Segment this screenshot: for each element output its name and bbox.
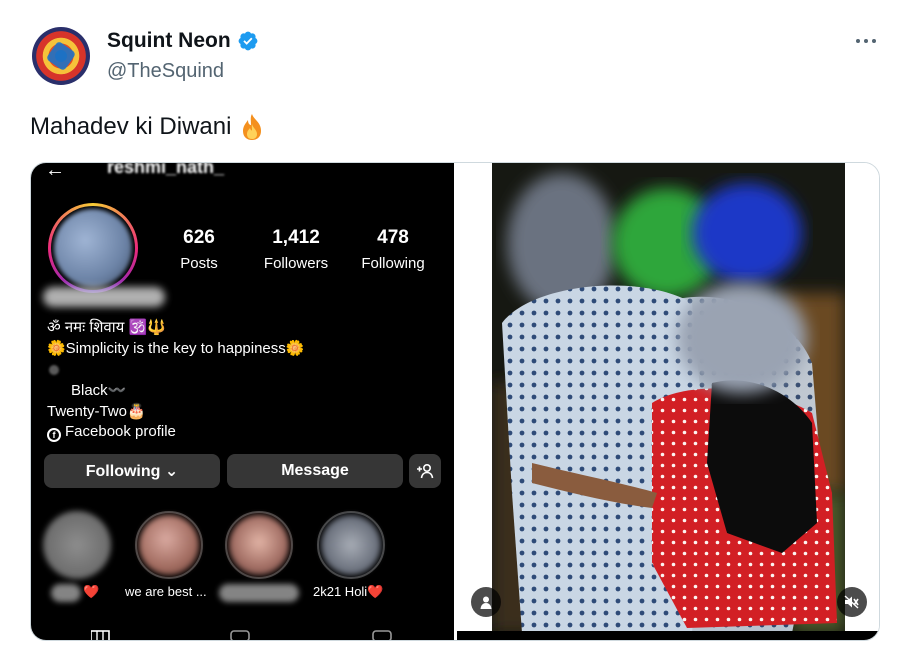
- stat-following-value: 478: [377, 227, 409, 248]
- stat-followers: 1,412 Followers: [259, 227, 333, 272]
- instagram-username: reshmi_nath_: [107, 163, 225, 177]
- message-button[interactable]: Message: [227, 454, 403, 488]
- bio-line-4: Twenty-Two🎂: [47, 403, 146, 420]
- highlight-2-label: we are best ...: [125, 584, 207, 599]
- highlight-3-blurred-label: [219, 584, 299, 602]
- author-avatar[interactable]: [32, 27, 90, 85]
- stat-following-label: Following: [361, 255, 425, 272]
- blurred-profile-name: [43, 287, 165, 307]
- mute-icon[interactable]: [837, 587, 867, 617]
- highlight-4-label: 2k21 Holi❤️: [313, 584, 384, 599]
- stat-posts-label: Posts: [180, 255, 218, 272]
- following-button[interactable]: Following ⌄: [44, 454, 220, 488]
- paw-emoji-icon: [49, 365, 59, 375]
- fire-emoji-icon: [243, 114, 262, 140]
- tweet-media-grid[interactable]: ← reshmi_nath_ 626 Posts 1,412 Followers…: [30, 162, 880, 641]
- avatar-logo-shape: [45, 40, 77, 72]
- story-highlight-1[interactable]: [43, 511, 111, 579]
- highlight-1-label: ❤️: [83, 584, 100, 599]
- story-highlight-4[interactable]: [317, 511, 385, 579]
- photo-bottom-bar: [457, 631, 879, 640]
- add-person-icon[interactable]: [409, 454, 441, 488]
- more-options-icon[interactable]: [852, 34, 880, 48]
- tagged-user-icon[interactable]: [471, 587, 501, 617]
- instagram-screenshot[interactable]: ← reshmi_nath_ 626 Posts 1,412 Followers…: [31, 163, 454, 640]
- bio-line-3: Black〰️: [71, 382, 127, 399]
- facebook-profile-link[interactable]: f Facebook profile: [47, 423, 176, 442]
- back-arrow-icon: ←: [45, 163, 65, 181]
- couple-photo[interactable]: [457, 163, 879, 640]
- story-highlight-3[interactable]: [225, 511, 293, 579]
- author-handle[interactable]: @TheSquind: [107, 60, 224, 83]
- instagram-tab-icons: [91, 630, 392, 640]
- couple-photo-image: [492, 163, 845, 633]
- author-name-row: Squint Neon: [107, 29, 259, 53]
- highlight-1-blurred-text: [51, 584, 81, 602]
- story-highlight-2[interactable]: [135, 511, 203, 579]
- tweet-text: Mahadev ki Diwani: [30, 113, 232, 140]
- stat-posts: 626 Posts: [179, 227, 219, 272]
- verified-badge-icon: [238, 31, 258, 51]
- bio-line-1: ॐ नमः शिवाय 🕉️🔱: [47, 319, 166, 336]
- bio-line-2: 🌼Simplicity is the key to happiness🌼: [47, 340, 305, 357]
- stat-followers-label: Followers: [263, 255, 329, 272]
- stat-followers-value: 1,412: [272, 227, 320, 248]
- facebook-icon: f: [47, 428, 61, 442]
- author-display-name[interactable]: Squint Neon: [107, 29, 231, 53]
- tweet-text-row: Mahadev ki Diwani: [30, 112, 267, 142]
- stat-following: 478 Following: [357, 227, 429, 272]
- stat-posts-value: 626: [183, 227, 215, 248]
- instagram-profile-picture: [48, 203, 138, 293]
- facebook-profile-label: Facebook profile: [65, 423, 176, 440]
